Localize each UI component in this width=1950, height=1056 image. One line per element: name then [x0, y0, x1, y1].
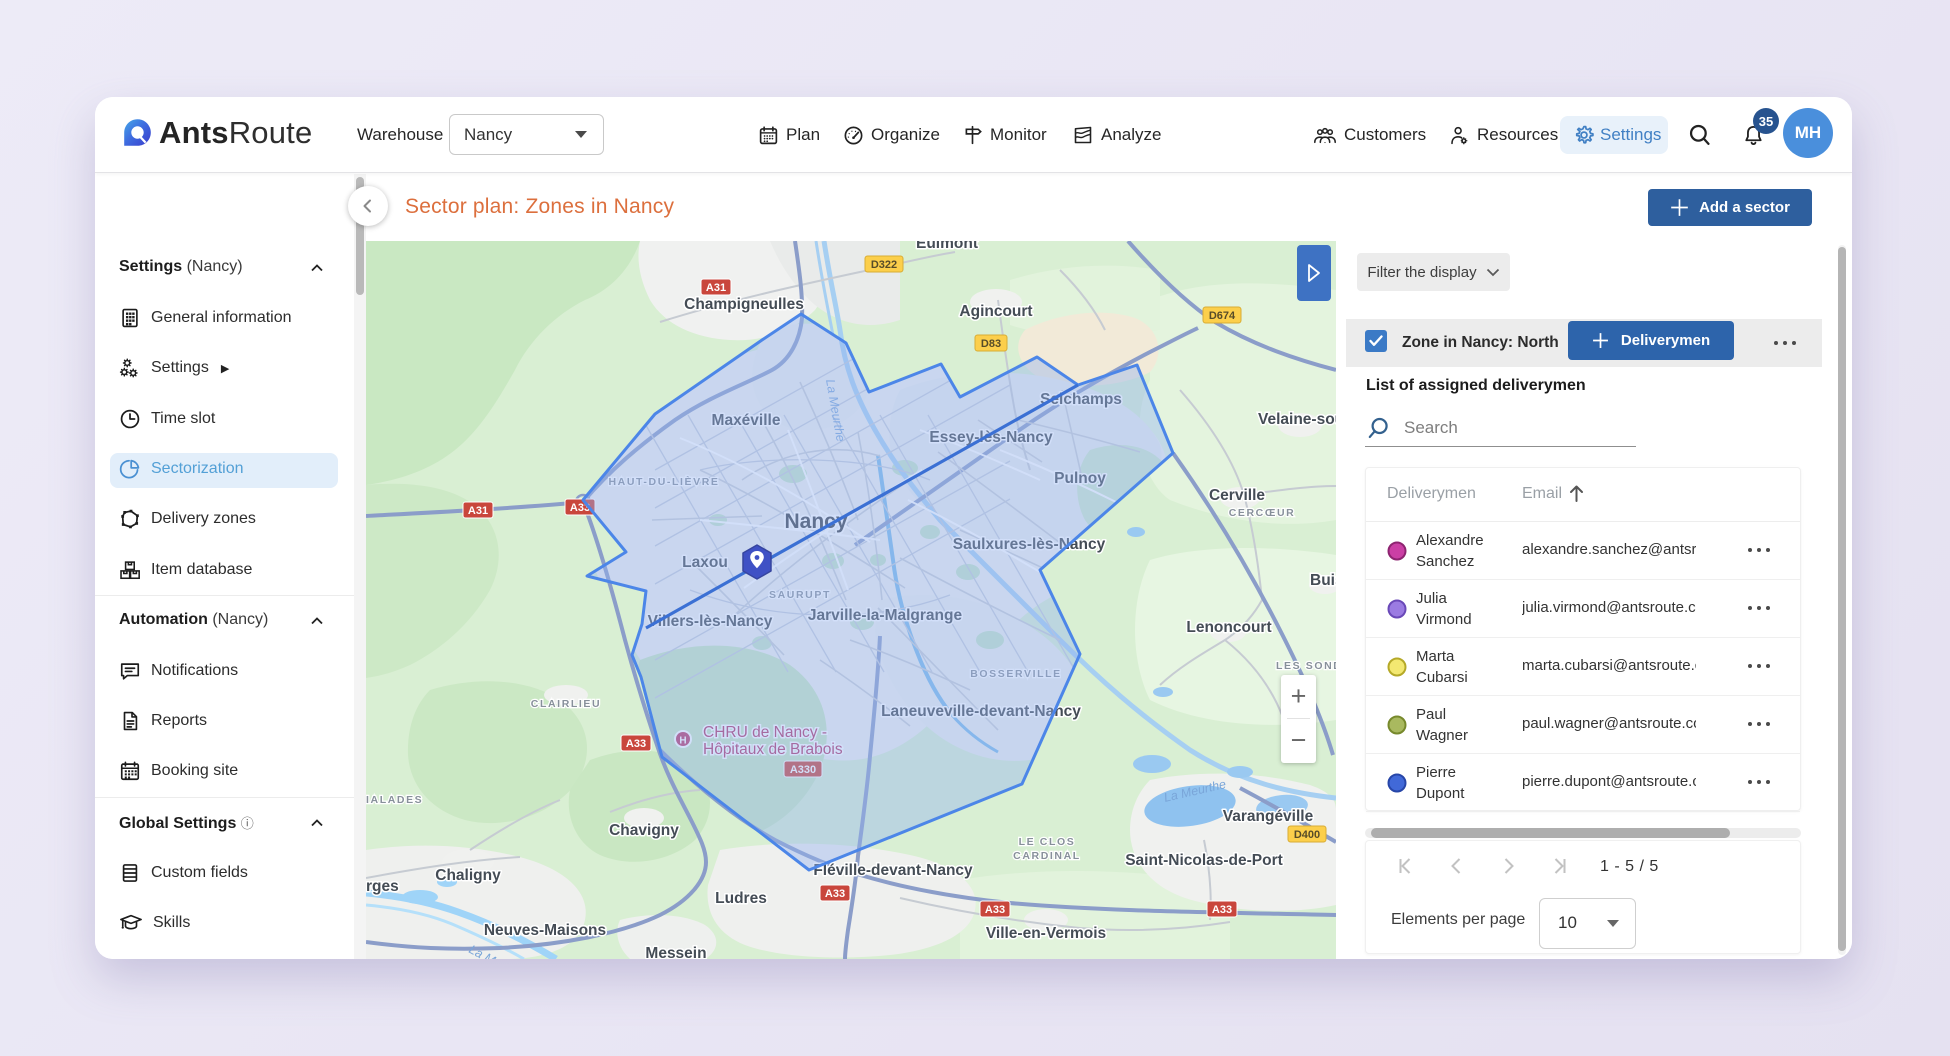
svg-text:IALADES: IALADES: [366, 794, 423, 806]
svg-text:Neuves-Maisons: Neuves-Maisons: [484, 922, 606, 939]
svg-text:D322: D322: [871, 259, 897, 271]
svg-text:Lenoncourt: Lenoncourt: [1186, 619, 1271, 636]
svg-text:Buisso: Buisso: [1310, 572, 1336, 589]
svg-text:LE CLOS: LE CLOS: [1019, 836, 1076, 848]
svg-text:Ludres: Ludres: [715, 890, 767, 907]
svg-text:Chaligny: Chaligny: [435, 867, 501, 884]
svg-text:CARDINAL: CARDINAL: [1013, 850, 1081, 862]
svg-text:Messein: Messein: [645, 945, 706, 959]
svg-text:Saint-Nicolas-de-Port: Saint-Nicolas-de-Port: [1125, 852, 1283, 869]
svg-text:D83: D83: [981, 338, 1001, 350]
svg-text:Eulmont: Eulmont: [916, 241, 978, 252]
svg-text:Ville-en-Vermois: Ville-en-Vermois: [986, 925, 1106, 942]
svg-text:Agincourt: Agincourt: [959, 303, 1032, 320]
svg-text:CERCŒUR: CERCŒUR: [1229, 507, 1296, 519]
svg-text:rges: rges: [366, 878, 399, 895]
svg-text:Chavigny: Chavigny: [609, 822, 679, 839]
svg-text:A33: A33: [1212, 904, 1232, 916]
svg-text:CLAIRLIEU: CLAIRLIEU: [531, 698, 601, 710]
svg-text:A31: A31: [706, 282, 726, 294]
svg-text:A31: A31: [468, 505, 488, 517]
svg-text:Fléville-devant-Nancy: Fléville-devant-Nancy: [813, 862, 973, 879]
svg-text:Champigneulles: Champigneulles: [684, 296, 804, 313]
svg-text:LES SOND: LES SOND: [1276, 660, 1336, 672]
svg-text:Varangéville: Varangéville: [1223, 808, 1314, 825]
svg-text:Velaine-sous-A: Velaine-sous-A: [1258, 411, 1336, 428]
svg-text:A33: A33: [825, 888, 845, 900]
svg-text:D400: D400: [1294, 829, 1320, 841]
svg-text:A33: A33: [985, 904, 1005, 916]
svg-text:Cerville: Cerville: [1209, 487, 1265, 504]
svg-text:D674: D674: [1209, 310, 1236, 322]
svg-text:A33: A33: [626, 738, 646, 750]
